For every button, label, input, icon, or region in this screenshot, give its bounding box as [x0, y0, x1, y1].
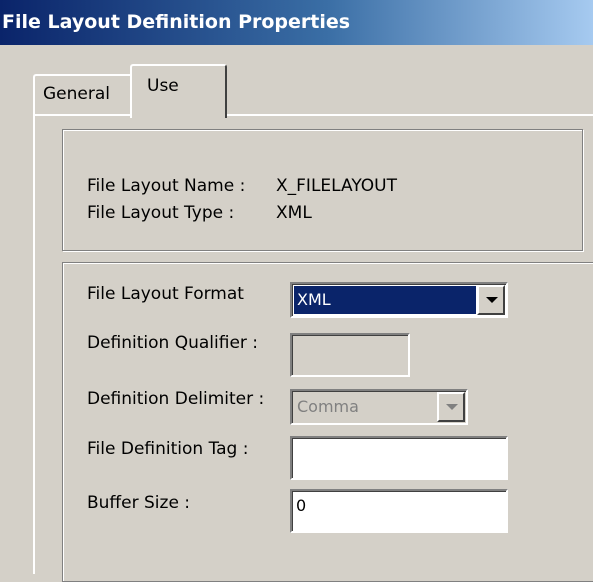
tab-general[interactable]: General: [33, 74, 133, 114]
window-title: File Layout Definition Properties: [2, 11, 351, 33]
window-title-bar[interactable]: File Layout Definition Properties: [0, 0, 593, 45]
tab-use-label: Use: [147, 76, 179, 96]
tab-panel-use: [33, 114, 593, 574]
tab-use[interactable]: Use: [130, 64, 227, 118]
tab-general-label: General: [43, 84, 110, 104]
